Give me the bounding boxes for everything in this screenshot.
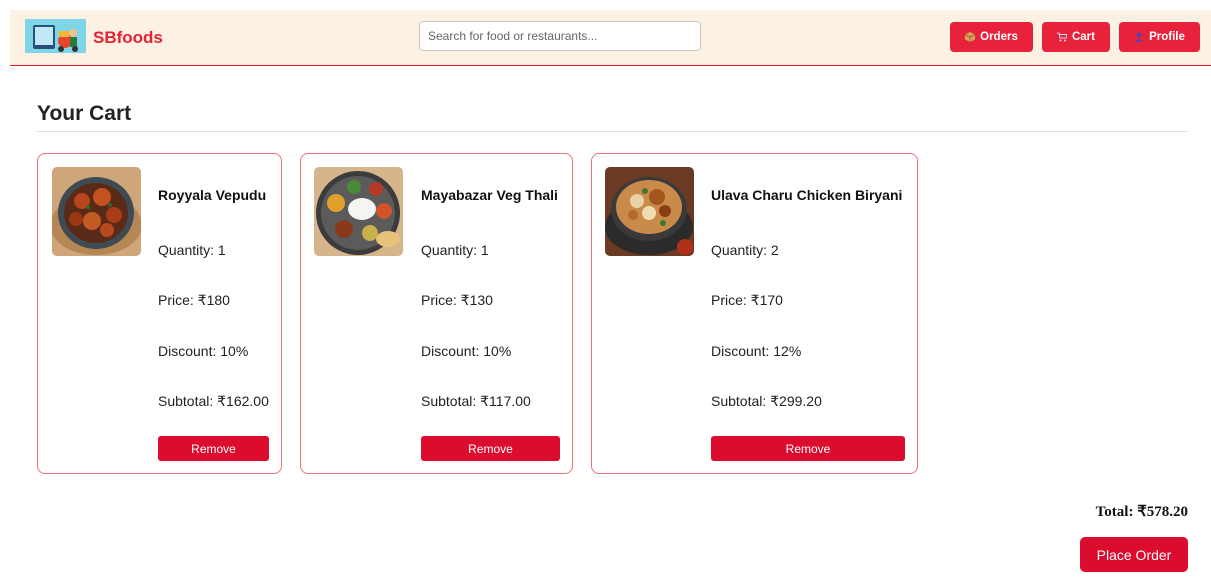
cart-icon bbox=[1056, 32, 1067, 42]
item-name: Ulava Charu Chicken Biryani bbox=[711, 187, 903, 203]
item-subtotal: Subtotal: ₹299.20 bbox=[711, 393, 822, 409]
food-image bbox=[314, 167, 403, 256]
item-quantity: Quantity: 1 bbox=[158, 242, 226, 258]
brand-name[interactable]: SBfoods bbox=[93, 28, 163, 48]
remove-button[interactable]: Remove bbox=[421, 436, 560, 461]
cart-label: Cart bbox=[1071, 31, 1095, 43]
page-title: Your Cart bbox=[37, 102, 132, 125]
food-image bbox=[52, 167, 141, 256]
item-price: Price: ₹130 bbox=[421, 292, 493, 308]
orders-label: Orders bbox=[980, 31, 1018, 43]
profile-label: Profile bbox=[1149, 31, 1185, 43]
remove-button[interactable]: Remove bbox=[158, 436, 269, 461]
item-name: Mayabazar Veg Thali bbox=[421, 187, 558, 203]
user-icon bbox=[1134, 32, 1144, 42]
search-input[interactable] bbox=[419, 21, 701, 51]
item-price: Price: ₹180 bbox=[158, 292, 230, 308]
item-subtotal: Subtotal: ₹162.00 bbox=[158, 393, 269, 409]
cart-button[interactable]: Cart bbox=[1042, 22, 1110, 52]
orders-button[interactable]: Orders bbox=[950, 22, 1033, 52]
item-discount: Discount: 10% bbox=[158, 343, 249, 359]
food-image bbox=[605, 167, 694, 256]
place-order-button[interactable]: Place Order bbox=[1080, 537, 1188, 572]
cart-item-card: Royyala Vepudu Quantity: 1 Price: ₹180 D… bbox=[37, 153, 282, 474]
brand-logo[interactable] bbox=[25, 19, 86, 53]
item-discount: Discount: 10% bbox=[421, 343, 512, 359]
profile-button[interactable]: Profile bbox=[1119, 22, 1200, 52]
item-quantity: Quantity: 2 bbox=[711, 242, 779, 258]
item-discount: Discount: 12% bbox=[711, 343, 802, 359]
item-subtotal: Subtotal: ₹117.00 bbox=[421, 393, 531, 409]
cart-total: Total: ₹578.20 bbox=[1095, 504, 1188, 520]
item-price: Price: ₹170 bbox=[711, 292, 783, 308]
cart-item-card: Ulava Charu Chicken Biryani Quantity: 2 … bbox=[591, 153, 918, 474]
package-icon bbox=[965, 32, 976, 42]
remove-button[interactable]: Remove bbox=[711, 436, 905, 461]
item-quantity: Quantity: 1 bbox=[421, 242, 489, 258]
item-name: Royyala Vepudu bbox=[158, 187, 267, 203]
navbar: SBfoods Orders Cart Profile bbox=[10, 10, 1211, 66]
title-divider bbox=[37, 131, 1187, 132]
cart-item-card: Mayabazar Veg Thali Quantity: 1 Price: ₹… bbox=[300, 153, 573, 474]
